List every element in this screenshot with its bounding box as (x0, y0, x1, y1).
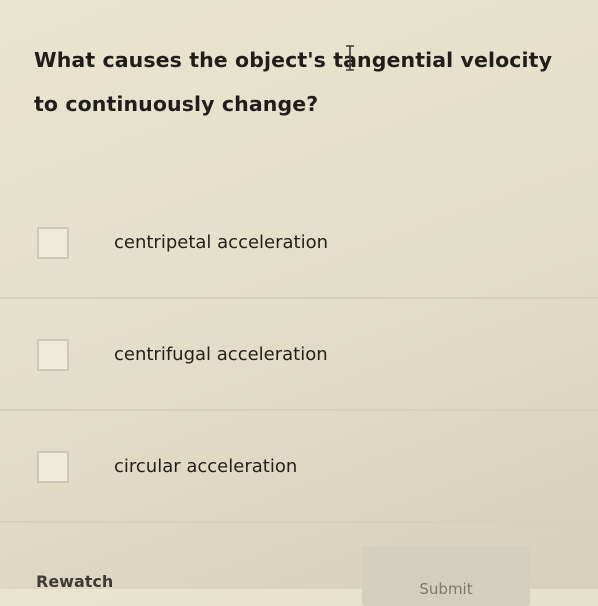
checkbox[interactable] (37, 227, 69, 259)
divider (0, 521, 598, 523)
answer-option-centrifugal[interactable]: centrifugal acceleration (0, 298, 598, 410)
submit-button[interactable]: Submit (362, 546, 530, 606)
option-label: centripetal acceleration (114, 232, 329, 253)
answer-option-centripetal[interactable]: centripetal acceleration (0, 186, 598, 298)
option-label: centrifugal acceleration (114, 344, 328, 365)
checkbox[interactable] (37, 451, 69, 483)
option-label: circular acceleration (114, 456, 298, 477)
question-text: What causes the object's tangential velo… (34, 48, 553, 116)
text-cursor-icon (346, 45, 354, 71)
answer-option-circular[interactable]: circular acceleration (0, 410, 598, 522)
checkbox[interactable] (37, 339, 69, 371)
rewatch-link[interactable]: Rewatch (36, 572, 113, 591)
